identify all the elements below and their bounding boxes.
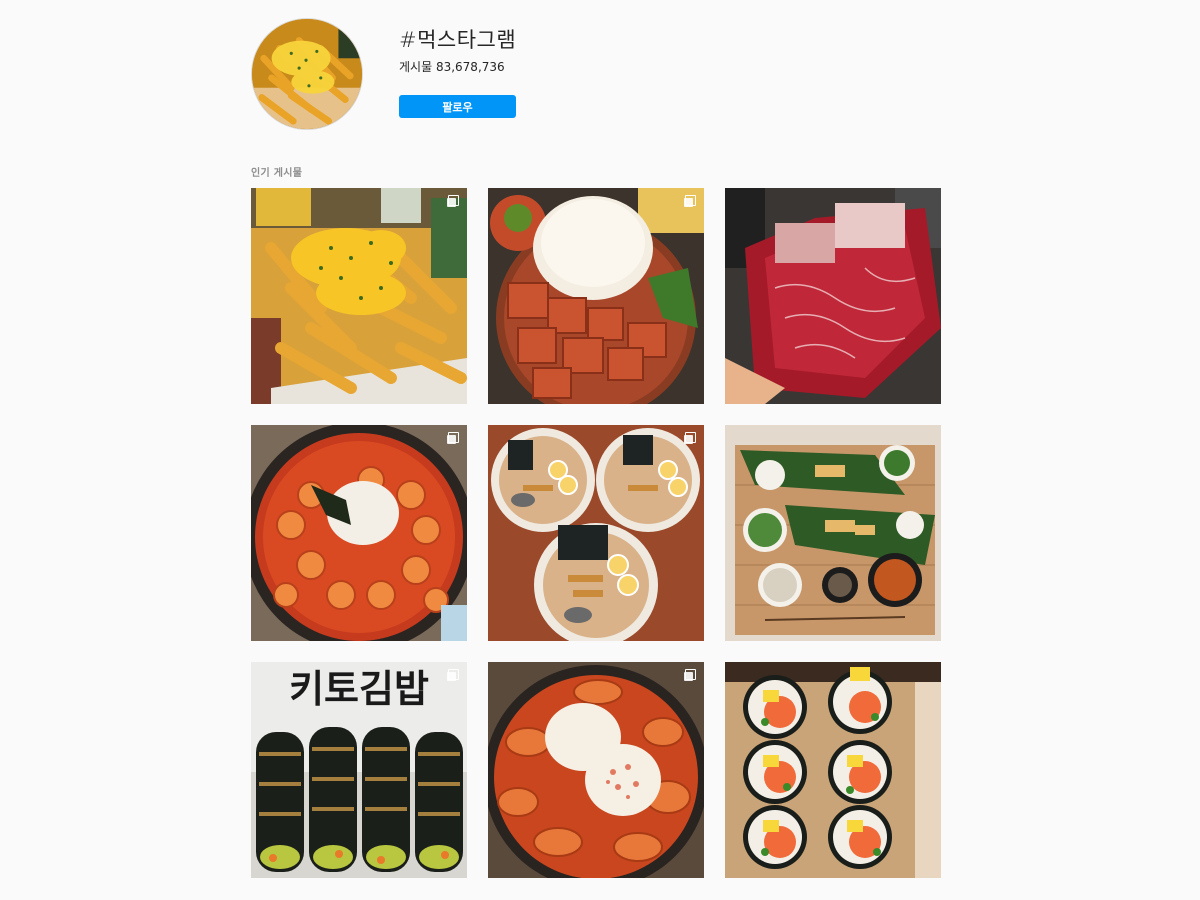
chicken-stew-image	[488, 662, 704, 878]
post-cheese-fries[interactable]	[251, 188, 467, 404]
top-posts-label: 인기 게시물	[251, 168, 303, 179]
post-tofu-rice[interactable]	[488, 188, 704, 404]
avatar-fries-image	[252, 19, 362, 129]
post-ramen[interactable]	[488, 425, 704, 641]
keto-kimbap-sign: 키토김밥	[289, 667, 429, 711]
multiple-images-icon	[684, 669, 696, 681]
multiple-images-icon	[447, 432, 459, 444]
post-sushi-rolls[interactable]	[725, 662, 941, 878]
top-posts-grid: 키토김밥	[251, 188, 941, 878]
hashtag-title: #먹스타그램	[399, 28, 517, 52]
table-spread-image	[725, 425, 941, 641]
multiple-images-icon	[684, 432, 696, 444]
beef-image	[725, 188, 941, 404]
post-beef[interactable]	[725, 188, 941, 404]
ramen-image	[488, 425, 704, 641]
post-chicken-stew[interactable]	[488, 662, 704, 878]
hashtag-info: #먹스타그램 게시물 83,678,736 팔로우	[399, 26, 799, 118]
multiple-images-icon	[447, 669, 459, 681]
post-keto-kimbap[interactable]: 키토김밥	[251, 662, 467, 878]
hashtag-avatar	[251, 18, 363, 130]
shrimp-stew-image	[251, 425, 467, 641]
cheese-fries-image	[251, 188, 467, 404]
multiple-images-icon	[684, 195, 696, 207]
post-table-spread[interactable]	[725, 425, 941, 641]
multiple-images-icon	[447, 195, 459, 207]
post-count-value: 83,678,736	[435, 60, 505, 74]
keto-kimbap-image: 키토김밥	[251, 662, 467, 878]
sushi-rolls-image	[725, 662, 941, 878]
follow-button[interactable]: 팔로우	[399, 95, 516, 118]
post-count-label: 게시물	[399, 60, 433, 74]
post-count: 게시물 83,678,736	[399, 59, 799, 75]
post-shrimp-stew[interactable]	[251, 425, 467, 641]
hashtag-header: #먹스타그램 게시물 83,678,736 팔로우	[251, 18, 941, 133]
tofu-rice-image	[488, 188, 704, 404]
